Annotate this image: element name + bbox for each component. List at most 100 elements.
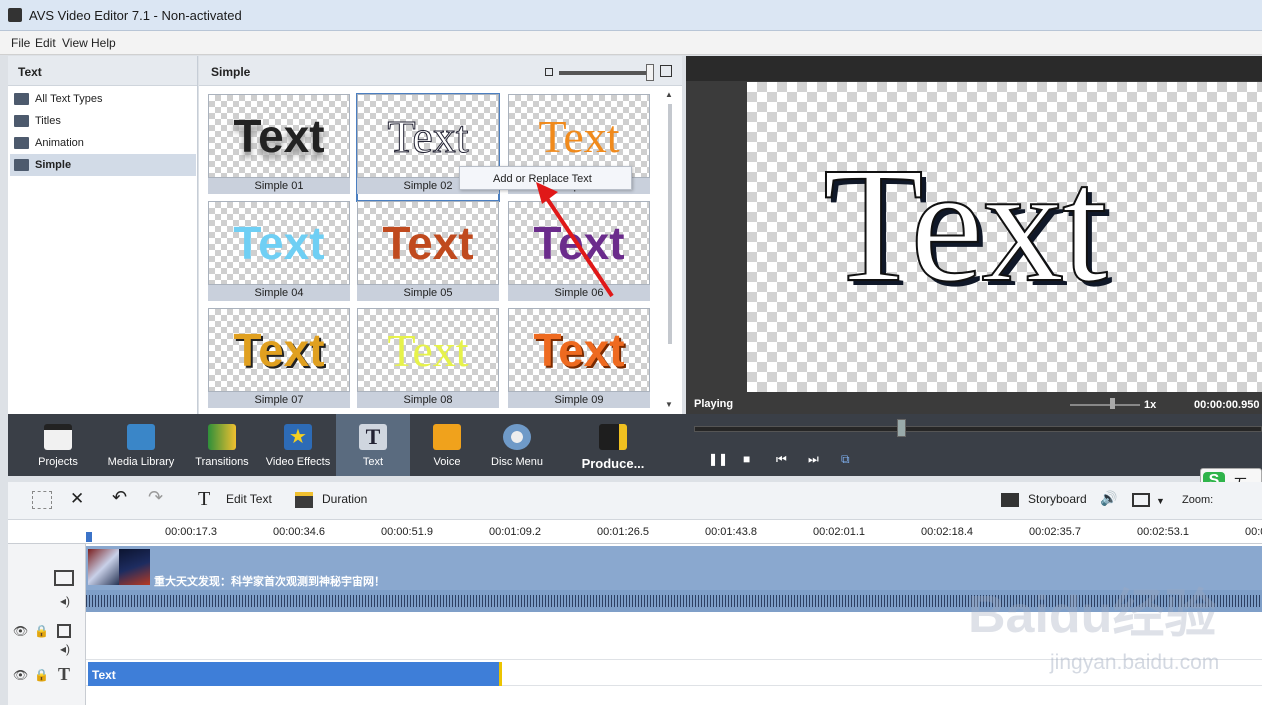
mute-icon[interactable]: ◂) — [60, 594, 70, 608]
next-frame-button[interactable]: ⏭ — [808, 452, 819, 467]
edit-text-button[interactable]: Edit Text — [226, 492, 272, 506]
tool-disc-menu[interactable]: Disc Menu — [484, 414, 550, 476]
playback-speed[interactable]: 1x — [1144, 399, 1156, 411]
ruler-tick: 00:01:09.2 — [489, 526, 541, 538]
app-icon — [8, 8, 22, 22]
category-titles[interactable]: Titles — [10, 110, 196, 132]
baidu-watermark-logo: Baidu经验 — [968, 586, 1217, 644]
thumbnail-label: Simple 09 — [508, 392, 650, 408]
stop-button[interactable]: ■ — [743, 452, 750, 466]
playback-time: 00:00:00.950 — [1194, 399, 1260, 411]
monitor-dropdown-icon[interactable]: ▼ — [1156, 496, 1165, 506]
lock-icon[interactable]: 🔒 — [34, 668, 49, 682]
volume-slider[interactable] — [1070, 404, 1140, 406]
preview-top-bar — [686, 56, 1262, 81]
large-thumbnail-icon[interactable] — [660, 65, 672, 77]
baidu-watermark-url: jingyan.baidu.com — [1050, 651, 1220, 674]
thumbnail-label: Simple 05 — [357, 285, 499, 301]
pause-button[interactable]: ❚❚ — [708, 452, 728, 466]
category-header: Text — [8, 56, 197, 86]
select-icon[interactable] — [32, 491, 52, 509]
thumbnail-simple-07[interactable]: Text Simple 07 — [208, 308, 350, 415]
fullscreen-button[interactable]: ⧉ — [841, 452, 850, 467]
monitor-icon[interactable] — [1132, 493, 1150, 507]
scroll-up-icon[interactable]: ▲ — [665, 90, 673, 99]
scroll-thumb[interactable] — [668, 104, 672, 344]
edit-text-icon[interactable]: T — [198, 488, 210, 511]
grid-scrollbar[interactable]: ▲ ▼ — [665, 90, 675, 410]
previous-frame-button[interactable]: ⏮ — [776, 452, 787, 467]
thumbnail-simple-08[interactable]: Text Simple 08 — [357, 308, 499, 415]
effects-track-icon — [57, 624, 71, 638]
thumbnail-simple-09[interactable]: Text Simple 09 — [508, 308, 650, 415]
scroll-down-icon[interactable]: ▼ — [665, 400, 673, 409]
eye-icon[interactable]: 👁 — [13, 668, 28, 682]
thumbnail-label: Simple 04 — [208, 285, 350, 301]
slider-handle[interactable] — [646, 64, 654, 81]
timeline-ruler[interactable]: 00:00:17.3 00:00:34.6 00:00:51.9 00:01:0… — [8, 520, 1262, 544]
preview-canvas: Text — [747, 82, 1262, 392]
menu-view[interactable]: View — [62, 36, 88, 50]
tool-media-library[interactable]: Media Library — [104, 414, 178, 476]
tool-label: Transitions — [195, 456, 249, 468]
playhead-marker[interactable] — [86, 532, 92, 542]
eye-icon[interactable]: 👁 — [13, 624, 28, 638]
small-thumbnail-icon[interactable] — [545, 68, 553, 76]
lock-icon[interactable]: 🔒 — [34, 624, 49, 638]
folder-icon — [14, 115, 29, 127]
thumbnail-preview: Text — [508, 308, 650, 392]
video-thumbnail — [119, 549, 150, 585]
redo-icon[interactable]: ↷ — [148, 487, 163, 508]
tool-produce[interactable]: Produce... — [574, 414, 652, 476]
grid-title: Simple — [211, 65, 251, 79]
ruler-tick: 00:02:01.1 — [813, 526, 865, 538]
star-icon: ★ — [284, 424, 312, 450]
thumbnail-simple-05[interactable]: Text Simple 05 — [357, 201, 499, 308]
tool-text[interactable]: T Text — [336, 414, 410, 476]
transport-bar: ❚❚ ■ ⏮ ⏭ ⧉ — [686, 414, 1262, 476]
mute-icon[interactable]: ◂) — [60, 642, 70, 656]
storyboard-icon[interactable] — [1001, 493, 1019, 507]
tool-video-effects[interactable]: ★ Video Effects — [262, 414, 334, 476]
disc-icon — [503, 424, 531, 450]
thumbnail-preview: Text — [357, 201, 499, 285]
ruler-tick: 00:00:17.3 — [165, 526, 217, 538]
category-label: Simple — [35, 159, 72, 171]
thumbnail-preview: Text — [208, 201, 350, 285]
undo-icon[interactable]: ↶ — [112, 487, 127, 508]
transitions-icon — [208, 424, 236, 450]
ruler-tick: 00:01:43.8 — [705, 526, 757, 538]
menu-edit[interactable]: Edit — [35, 36, 56, 50]
category-panel: Text All Text Types Titles Animation Sim… — [8, 56, 198, 414]
audio-settings-icon[interactable]: 🔊 — [1100, 490, 1117, 507]
ruler-tick: 00:02:35.7 — [1029, 526, 1081, 538]
tool-transitions[interactable]: Transitions — [188, 414, 256, 476]
category-simple[interactable]: Simple — [10, 154, 196, 176]
produce-icon — [599, 424, 627, 450]
text-clip[interactable]: Text — [88, 662, 502, 686]
category-animation[interactable]: Animation — [10, 132, 196, 154]
thumbnail-preview: Text — [357, 308, 499, 392]
video-clip-title: 重大天文发现：科学家首次观测到神秘宇宙网！ — [154, 576, 385, 588]
tool-projects[interactable]: Projects — [22, 414, 94, 476]
delete-icon[interactable]: ✕ — [70, 489, 84, 509]
menu-file[interactable]: File — [11, 36, 30, 50]
preview-panel: Text Playing 1x 00:00:00.950 — [686, 56, 1262, 416]
tool-label: Voice — [433, 456, 461, 468]
tool-voice[interactable]: Voice — [416, 414, 478, 476]
category-label: All Text Types — [35, 93, 103, 105]
duration-button[interactable]: Duration — [322, 492, 367, 506]
thumbnail-size-slider[interactable] — [559, 71, 649, 75]
storyboard-button[interactable]: Storyboard — [1028, 492, 1087, 506]
menu-help[interactable]: Help — [91, 36, 116, 50]
ruler-tick: 00:01:26.5 — [597, 526, 649, 538]
annotation-arrow — [536, 182, 614, 298]
thumbnail-simple-04[interactable]: Text Simple 04 — [208, 201, 350, 308]
seek-handle[interactable] — [897, 419, 906, 437]
volume-handle[interactable] — [1110, 398, 1115, 409]
duration-icon[interactable] — [295, 492, 313, 508]
title-bar: AVS Video Editor 7.1 - Non-activated — [0, 0, 1262, 31]
seek-bar[interactable] — [694, 426, 1262, 432]
category-all-text-types[interactable]: All Text Types — [10, 88, 196, 110]
thumbnail-simple-01[interactable]: Text Simple 01 — [208, 94, 350, 201]
